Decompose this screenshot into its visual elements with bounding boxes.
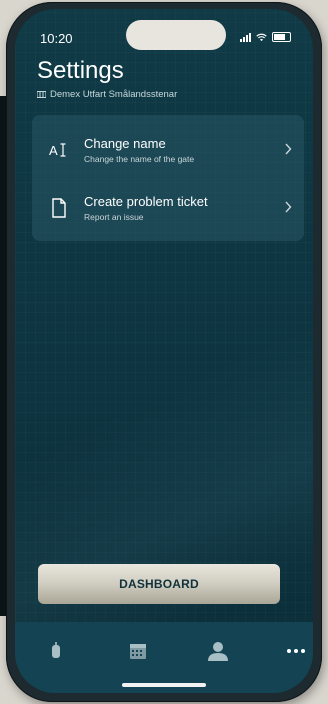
more-icon <box>287 649 305 653</box>
dashboard-button[interactable]: DASHBOARD <box>38 564 280 604</box>
tab-profile[interactable] <box>205 640 231 662</box>
calendar-icon <box>130 644 146 659</box>
change-name-title: Change name <box>84 136 166 151</box>
signal-icon <box>240 32 251 42</box>
text-cursor-icon: A <box>48 139 70 161</box>
remote-icon <box>52 642 60 658</box>
person-icon <box>208 642 228 661</box>
chevron-right-icon <box>285 143 292 155</box>
settings-card: A Change name Change the name of the gat… <box>32 115 304 241</box>
create-problem-ticket-item[interactable]: Create problem ticket Report an issue <box>32 179 304 237</box>
dynamic-island <box>126 20 226 50</box>
app-screen: 10:20 Settings Demex Utfart Smålandssten… <box>15 9 313 693</box>
create-ticket-subtitle: Report an issue <box>84 212 144 222</box>
svg-text:A: A <box>49 143 58 158</box>
change-name-item[interactable]: A Change name Change the name of the gat… <box>32 121 304 179</box>
tab-calendar[interactable] <box>125 640 151 662</box>
wifi-icon <box>256 33 267 41</box>
status-time: 10:20 <box>40 31 73 46</box>
battery-icon <box>272 32 291 42</box>
page-title: Settings <box>37 57 124 84</box>
change-name-subtitle: Change the name of the gate <box>84 154 195 164</box>
home-indicator[interactable] <box>122 683 206 687</box>
tab-more[interactable] <box>283 640 309 662</box>
gate-name: Demex Utfart Smålandsstenar <box>50 89 178 100</box>
tab-remote[interactable] <box>43 640 69 662</box>
gate-icon <box>37 91 46 98</box>
page-subtitle: Demex Utfart Smålandsstenar <box>37 89 177 100</box>
status-icons <box>240 32 291 42</box>
chevron-right-icon <box>285 201 292 213</box>
phone-frame: 10:20 Settings Demex Utfart Smålandssten… <box>6 2 322 702</box>
document-icon <box>48 197 70 219</box>
create-ticket-title: Create problem ticket <box>84 194 208 209</box>
